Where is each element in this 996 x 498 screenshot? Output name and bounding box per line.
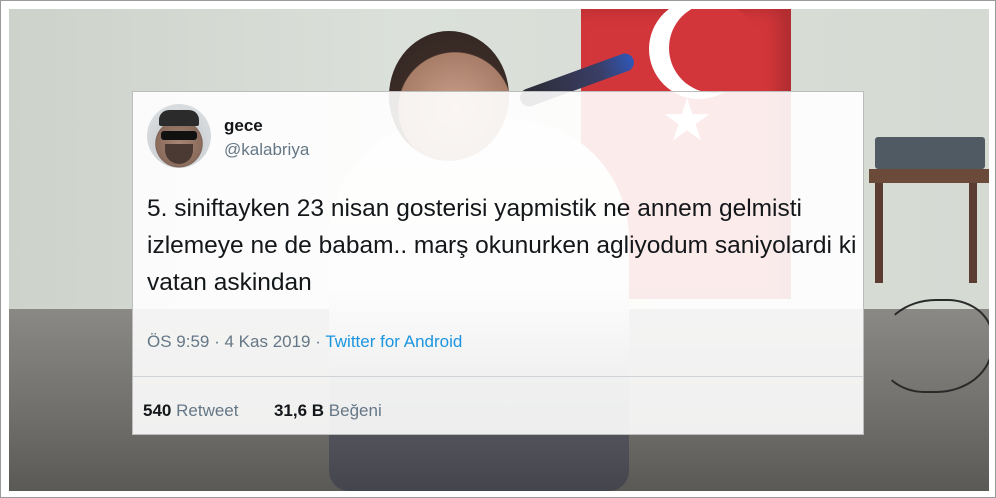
avatar-sunglasses: [161, 131, 197, 140]
meta-separator: ·: [214, 332, 225, 351]
like-label[interactable]: Beğeni: [329, 401, 382, 420]
divider: [133, 376, 863, 377]
tweet-date[interactable]: 4 Kas 2019: [225, 332, 311, 351]
avatar-beard: [165, 144, 193, 164]
table-leg: [969, 183, 977, 283]
meta-separator: ·: [315, 332, 326, 351]
avatar-hat: [159, 110, 199, 126]
display-name[interactable]: gece: [224, 116, 263, 136]
tweet-card: gece @kalabriya 5. siniftayken 23 nisan …: [132, 91, 864, 435]
tweet-source-link[interactable]: Twitter for Android: [325, 332, 462, 351]
cable: [879, 299, 989, 393]
tweet-text: 5. siniftayken 23 nisan gosterisi yapmis…: [147, 195, 857, 296]
table-leg: [875, 183, 883, 283]
avatar[interactable]: [147, 104, 211, 168]
image-frame: ★ gece @kalabriya 5. siniftayken 23 nisa…: [0, 0, 996, 498]
user-handle[interactable]: @kalabriya: [224, 140, 309, 160]
tweet-meta: ÖS 9:59 · 4 Kas 2019 · Twitter for Andro…: [147, 332, 462, 352]
retweet-count[interactable]: 540: [143, 401, 171, 420]
tweet-stats: 540 Retweet 31,6 B Beğeni: [143, 401, 382, 421]
retweet-label[interactable]: Retweet: [176, 401, 238, 420]
tweet-time[interactable]: ÖS 9:59: [147, 332, 209, 351]
table: [869, 169, 989, 183]
audio-device: [875, 137, 985, 169]
like-count[interactable]: 31,6 B: [274, 401, 324, 420]
